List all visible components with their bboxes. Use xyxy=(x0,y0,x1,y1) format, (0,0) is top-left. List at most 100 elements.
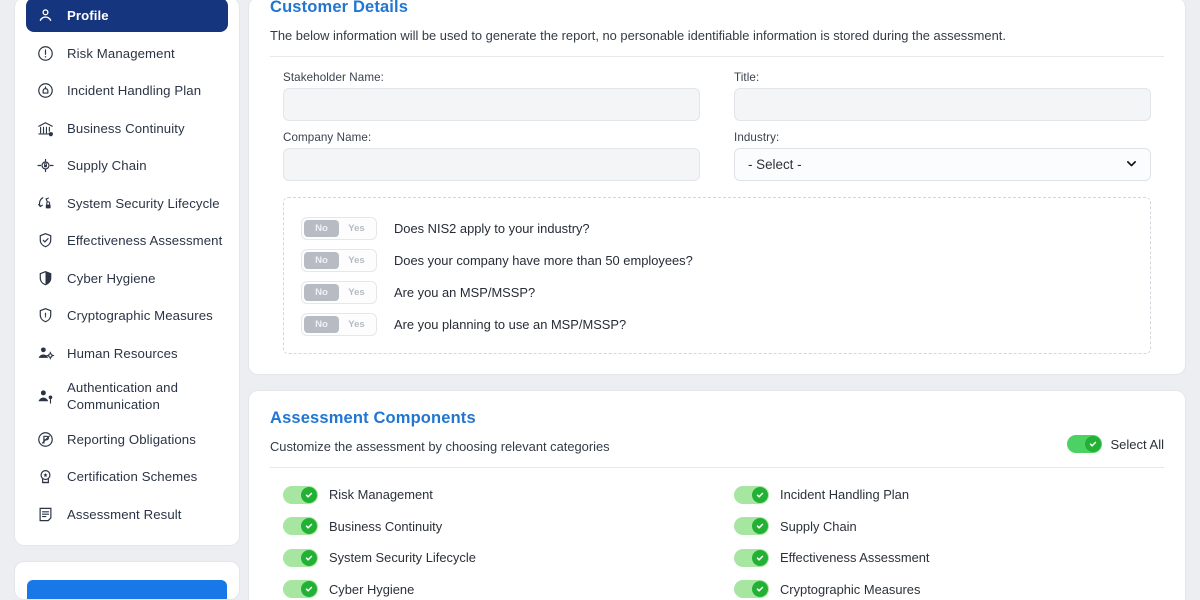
component-toggle[interactable] xyxy=(734,517,769,536)
sidebar-item-label: Supply Chain xyxy=(67,158,147,173)
component-label: Incident Handling Plan xyxy=(780,487,909,503)
select-all-label: Select All xyxy=(1110,436,1164,452)
component-toggle[interactable] xyxy=(283,580,318,599)
check-icon xyxy=(301,486,317,503)
sidebar-item-profile[interactable]: Profile xyxy=(26,0,228,32)
field-industry: Industry: - Select - xyxy=(734,131,1151,181)
field-company-name: Company Name: xyxy=(283,131,700,181)
check-icon xyxy=(301,581,317,598)
sidebar-item-human-resources[interactable]: Human Resources xyxy=(26,337,228,370)
component-label: Effectiveness Assessment xyxy=(780,550,930,566)
component-label: Supply Chain xyxy=(780,518,857,534)
sidebar-item-risk-management[interactable]: Risk Management xyxy=(26,37,228,70)
customer-details-subtitle: The below information will be used to ge… xyxy=(270,28,1006,43)
component-toggle[interactable] xyxy=(283,485,318,504)
sidebar-item-effectiveness-assessment[interactable]: Effectiveness Assessment xyxy=(26,224,228,257)
sidebar-nav-card: Profile Risk Management Incident Handlin… xyxy=(14,0,240,546)
sidebar-item-incident-handling-plan[interactable]: Incident Handling Plan xyxy=(26,74,228,107)
toggle-option-yes[interactable]: Yes xyxy=(339,252,374,269)
lifecycle-lock-icon xyxy=(35,193,56,214)
sidebar-item-cryptographic-measures[interactable]: Cryptographic Measures xyxy=(26,299,228,332)
component-cyber-hygiene[interactable]: Cyber Hygiene xyxy=(283,574,700,600)
component-toggle[interactable] xyxy=(734,548,769,567)
sidebar-item-label: Effectiveness Assessment xyxy=(67,233,223,248)
title-input[interactable] xyxy=(734,88,1151,121)
sidebar-item-label: Reporting Obligations xyxy=(67,431,196,447)
toggle-option-yes[interactable]: Yes xyxy=(339,220,374,237)
assessment-components-grid: Risk Management Incident Handling Plan B… xyxy=(270,468,1164,600)
check-icon xyxy=(752,486,768,503)
sidebar-item-label: Profile xyxy=(67,7,109,23)
check-icon xyxy=(752,518,768,535)
industry-select[interactable]: - Select - xyxy=(734,148,1151,181)
component-supply-chain[interactable]: Supply Chain xyxy=(734,511,1151,543)
sidebar-item-reporting-obligations[interactable]: Reporting Obligations xyxy=(26,423,228,456)
award-icon xyxy=(35,466,56,487)
user-gear-icon xyxy=(35,343,56,364)
select-all-toggle[interactable] xyxy=(1066,435,1102,453)
sidebar-item-cyber-hygiene[interactable]: Cyber Hygiene xyxy=(26,262,228,295)
sidebar-item-label: Cyber Hygiene xyxy=(67,270,156,286)
question-row: No Yes Are you planning to use an MSP/MS… xyxy=(301,308,1150,340)
sidebar-item-label: Authentication and Communication xyxy=(67,379,179,412)
component-system-security-lifecycle[interactable]: System Security Lifecycle xyxy=(283,542,700,574)
component-toggle[interactable] xyxy=(734,485,769,504)
sidebar-item-label: Assessment Result xyxy=(67,506,182,522)
check-icon xyxy=(752,549,768,566)
question-text: Are you planning to use an MSP/MSSP? xyxy=(394,316,627,332)
more-than-50-employees-toggle[interactable]: No Yes xyxy=(301,248,377,272)
customer-details-card: Customer Details The below information w… xyxy=(248,0,1186,375)
component-label: Business Continuity xyxy=(329,518,443,534)
sidebar-item-supply-chain[interactable]: Supply Chain xyxy=(26,149,228,182)
main-content: Customer Details The below information w… xyxy=(248,0,1200,600)
check-icon xyxy=(301,518,317,535)
select-all-control[interactable]: Select All xyxy=(1066,435,1164,454)
shield-key-icon xyxy=(35,305,56,326)
component-business-continuity[interactable]: Business Continuity xyxy=(283,511,700,543)
sidebar-item-label: Human Resources xyxy=(67,345,178,361)
component-toggle[interactable] xyxy=(283,548,318,567)
component-incident-handling-plan[interactable]: Incident Handling Plan xyxy=(734,479,1151,511)
field-label: Title: xyxy=(734,71,760,84)
toggle-option-yes[interactable]: Yes xyxy=(339,284,374,301)
planning-msp-mssp-toggle[interactable]: No Yes xyxy=(301,312,377,336)
question-text: Does NIS2 apply to your industry? xyxy=(394,220,590,236)
bank-shield-icon xyxy=(35,118,56,139)
toggle-option-yes[interactable]: Yes xyxy=(339,316,374,333)
user-icon xyxy=(35,5,56,26)
chevron-down-icon xyxy=(1125,157,1138,173)
exclamation-circle-icon xyxy=(35,43,56,64)
toggle-option-no[interactable]: No xyxy=(304,219,339,237)
toggle-option-no[interactable]: No xyxy=(304,315,339,333)
company-name-input[interactable] xyxy=(283,148,700,181)
component-toggle[interactable] xyxy=(283,517,318,536)
sidebar-primary-button[interactable] xyxy=(27,579,227,600)
component-label: Cryptographic Measures xyxy=(780,581,921,597)
sidebar-item-assessment-result[interactable]: Assessment Result xyxy=(26,498,228,531)
component-label: Risk Management xyxy=(329,487,433,503)
sidebar-item-certification-schemes[interactable]: Certification Schemes xyxy=(26,460,228,493)
stakeholder-name-input[interactable] xyxy=(283,88,700,121)
assessment-components-title: Assessment Components xyxy=(270,409,476,427)
sidebar-item-business-continuity[interactable]: Business Continuity xyxy=(26,112,228,145)
question-row: No Yes Does your company have more than … xyxy=(301,244,1150,276)
sidebar-item-label: Cryptographic Measures xyxy=(67,308,213,323)
is-msp-mssp-toggle[interactable]: No Yes xyxy=(301,280,377,304)
component-cryptographic-measures[interactable]: Cryptographic Measures xyxy=(734,574,1151,600)
sidebar: Profile Risk Management Incident Handlin… xyxy=(0,0,248,600)
sidebar-item-system-security-lifecycle[interactable]: System Security Lifecycle xyxy=(26,187,228,220)
component-toggle[interactable] xyxy=(734,580,769,599)
sidebar-item-label: Incident Handling Plan xyxy=(67,83,202,98)
component-effectiveness-assessment[interactable]: Effectiveness Assessment xyxy=(734,542,1151,574)
toggle-option-no[interactable]: No xyxy=(304,283,339,301)
question-text: Does your company have more than 50 empl… xyxy=(394,252,693,268)
sidebar-item-authentication-and-communication[interactable]: Authentication and Communication xyxy=(26,374,228,418)
toggle-option-no[interactable]: No xyxy=(304,251,339,269)
question-row: No Yes Are you an MSP/MSSP? xyxy=(301,276,1150,308)
field-label: Company Name: xyxy=(283,131,372,144)
page-title: Customer Details xyxy=(270,0,409,16)
component-risk-management[interactable]: Risk Management xyxy=(283,479,700,511)
nis2-applies-toggle[interactable]: No Yes xyxy=(301,216,377,240)
document-lines-icon xyxy=(35,504,56,525)
assessment-components-card: Assessment Components Customize the asse… xyxy=(248,390,1186,600)
